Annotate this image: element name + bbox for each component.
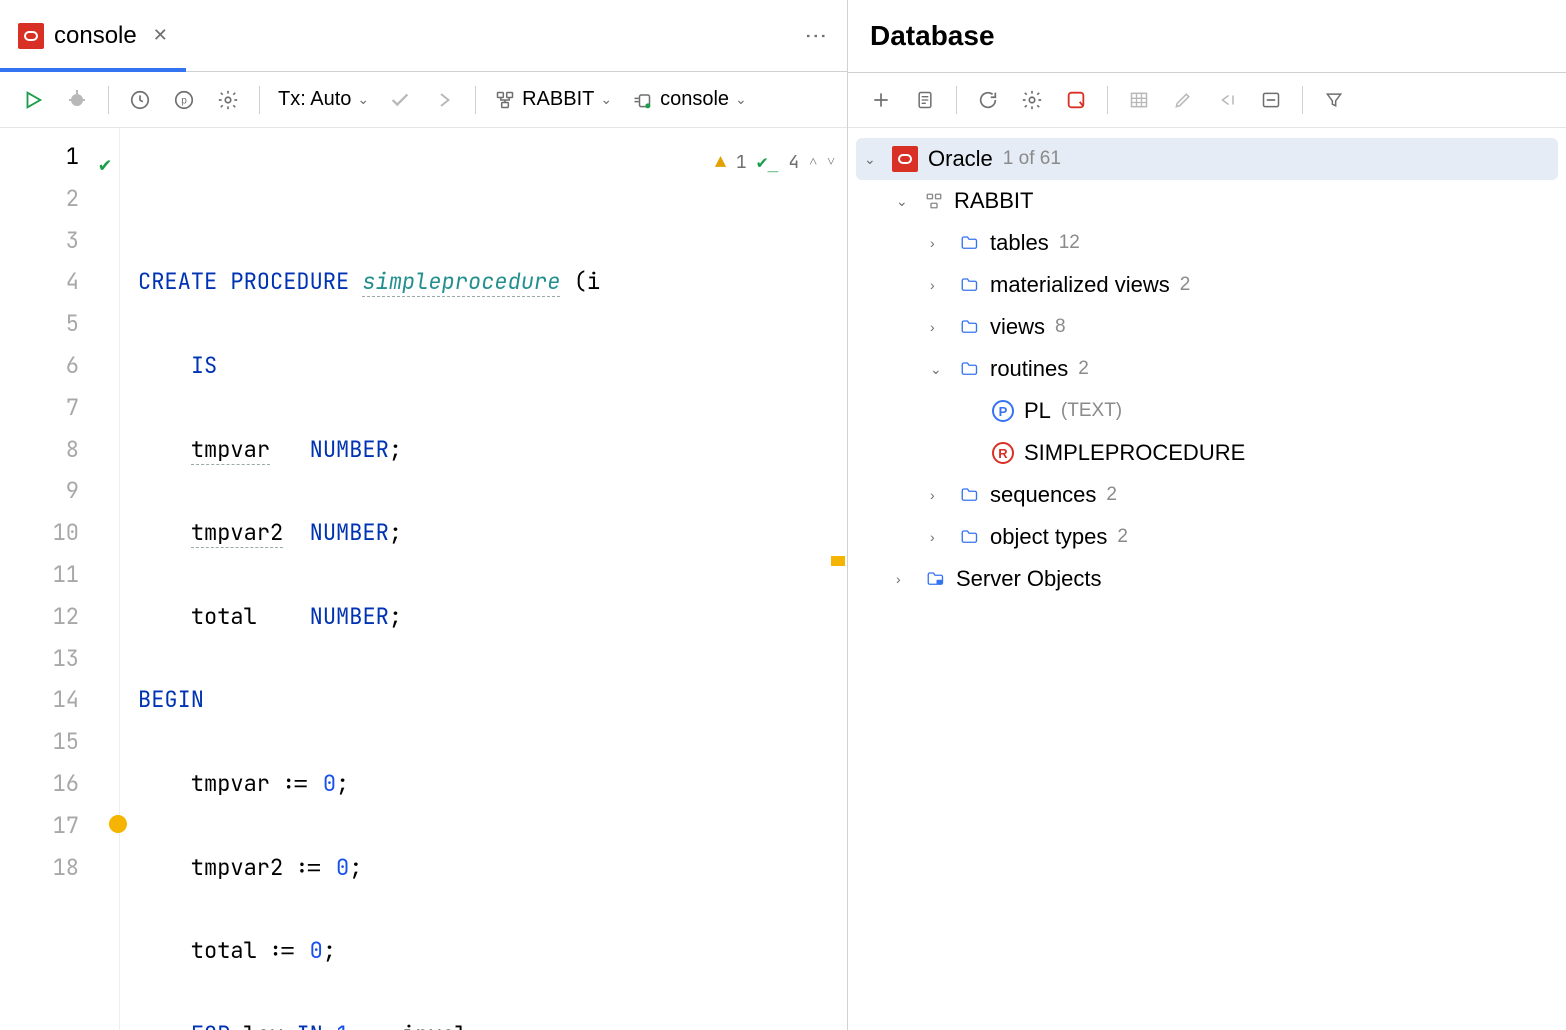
tree-count: 2	[1078, 358, 1089, 380]
add-icon[interactable]	[868, 87, 894, 113]
debug-icon[interactable]	[64, 87, 90, 113]
ddl-icon[interactable]	[912, 87, 938, 113]
chevron-down-icon[interactable]	[896, 193, 914, 210]
folder-icon	[958, 360, 980, 378]
tree-routine-pl[interactable]: P PL (TEXT)	[856, 390, 1558, 432]
tree-label: sequences	[990, 482, 1096, 508]
tree-count: 1 of 61	[1003, 148, 1061, 170]
history-icon[interactable]	[127, 87, 153, 113]
rollback-icon[interactable]	[431, 87, 457, 113]
tree-label: PL	[1024, 398, 1051, 424]
tree-routine-simpleprocedure[interactable]: R SIMPLEPROCEDURE	[856, 432, 1558, 474]
stop-icon[interactable]	[1063, 87, 1089, 113]
tree-server-objects[interactable]: Server Objects	[856, 558, 1558, 600]
datasource-settings-icon[interactable]	[1019, 87, 1045, 113]
folder-icon	[958, 486, 980, 504]
close-icon[interactable]: ✕	[153, 25, 168, 46]
inspections-widget[interactable]: ▲1 ✔̲4 ˄ ˅	[715, 142, 835, 184]
typo-icon: ✔̲	[757, 142, 779, 184]
chevron-down-icon[interactable]	[864, 151, 882, 168]
collapse-icon[interactable]	[1258, 87, 1284, 113]
tree-count: 12	[1059, 232, 1080, 254]
tree-count: 2	[1117, 526, 1128, 548]
schema-icon	[924, 192, 944, 210]
tree-folder-object-types[interactable]: object types 2	[856, 516, 1558, 558]
tree-count: 2	[1180, 274, 1191, 296]
procedure-icon: P	[992, 400, 1014, 422]
editor-tab-bar: console ✕ ⋮	[0, 0, 847, 72]
tree-meta: (TEXT)	[1061, 400, 1122, 422]
chevron-right-icon[interactable]	[896, 571, 914, 587]
chevron-up-icon[interactable]: ˄	[809, 142, 817, 184]
chevron-right-icon[interactable]	[930, 529, 948, 545]
folder-icon	[958, 276, 980, 294]
tree-datasource-oracle[interactable]: Oracle 1 of 61	[856, 138, 1558, 180]
tab-title: console	[54, 22, 137, 50]
commit-icon[interactable]	[387, 87, 413, 113]
tree-folder-routines[interactable]: routines 2	[856, 348, 1558, 390]
tree-count: 2	[1106, 484, 1117, 506]
filter-icon[interactable]	[1321, 87, 1347, 113]
gutter: 1✔ 2 3 4 5 6 7 8 9 10 11 12 13 14 15 16 …	[0, 128, 120, 1030]
tree-label: SIMPLEPROCEDURE	[1024, 440, 1245, 466]
folder-icon	[958, 528, 980, 546]
chevron-right-icon[interactable]	[930, 235, 948, 251]
tree-label: RABBIT	[954, 188, 1033, 214]
oracle-icon	[18, 23, 44, 49]
schema-dropdown[interactable]: RABBIT ⌄	[494, 88, 612, 111]
server-objects-icon	[924, 570, 946, 588]
chevron-down-icon[interactable]: ˅	[827, 142, 835, 184]
warning-icon: ▲	[715, 142, 726, 184]
run-icon[interactable]	[20, 87, 46, 113]
tree-label: routines	[990, 356, 1068, 382]
tree-label: Server Objects	[956, 566, 1102, 592]
svg-text:p: p	[181, 95, 187, 106]
session-dropdown[interactable]: console ⌄	[630, 88, 747, 111]
tree-folder-materialized-views[interactable]: materialized views 2	[856, 264, 1558, 306]
settings-icon[interactable]	[215, 87, 241, 113]
database-toolbar	[848, 72, 1566, 128]
refresh-icon[interactable]	[975, 87, 1001, 113]
chevron-right-icon[interactable]	[930, 319, 948, 335]
tree-label: views	[990, 314, 1045, 340]
oracle-icon	[892, 146, 918, 172]
chevron-right-icon[interactable]	[930, 277, 948, 293]
database-panel-title: Database	[848, 0, 1566, 72]
chevron-down-icon[interactable]	[930, 361, 948, 378]
code-editor[interactable]: 1✔ 2 3 4 5 6 7 8 9 10 11 12 13 14 15 16 …	[0, 128, 847, 1030]
folder-icon	[958, 318, 980, 336]
routine-icon: R	[992, 442, 1014, 464]
tree-label: tables	[990, 230, 1049, 256]
tree-folder-sequences[interactable]: sequences 2	[856, 474, 1558, 516]
database-tree[interactable]: Oracle 1 of 61 RABBIT tables 12 material…	[848, 128, 1566, 610]
jump-to-console-icon[interactable]	[1214, 87, 1240, 113]
editor-toolbar: p Tx: Auto ⌄ RABBIT ⌄ console ⌄	[0, 72, 847, 128]
tree-schema-rabbit[interactable]: RABBIT	[856, 180, 1558, 222]
table-view-icon[interactable]	[1126, 87, 1152, 113]
tab-options-icon[interactable]: ⋮	[803, 25, 829, 47]
playground-icon[interactable]: p	[171, 87, 197, 113]
tree-label: Oracle	[928, 146, 993, 172]
tx-mode-dropdown[interactable]: Tx: Auto ⌄	[278, 88, 369, 111]
tree-count: 8	[1055, 316, 1066, 338]
chevron-right-icon[interactable]	[930, 487, 948, 503]
tree-label: materialized views	[990, 272, 1170, 298]
tree-folder-views[interactable]: views 8	[856, 306, 1558, 348]
error-stripe-marker[interactable]	[831, 556, 845, 566]
folder-icon	[958, 234, 980, 252]
tree-folder-tables[interactable]: tables 12	[856, 222, 1558, 264]
tree-label: object types	[990, 524, 1107, 550]
tab-console[interactable]: console ✕	[0, 0, 186, 71]
edit-icon[interactable]	[1170, 87, 1196, 113]
code-area[interactable]: ▲1 ✔̲4 ˄ ˅ CREATE PROCEDURE simpleproced…	[120, 128, 847, 1030]
